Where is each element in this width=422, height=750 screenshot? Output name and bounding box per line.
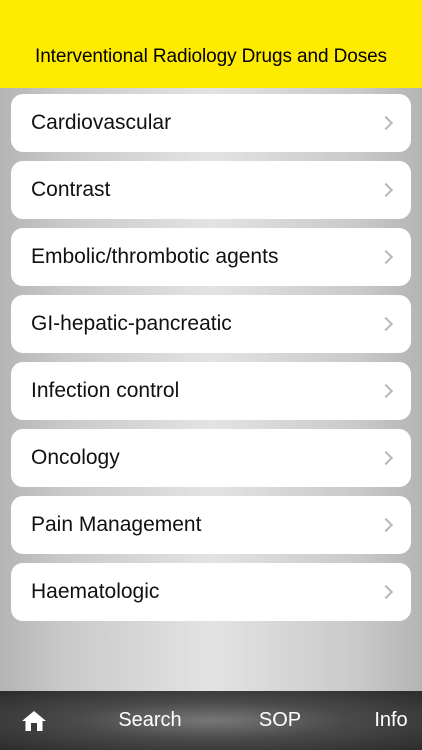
category-label: Infection control [31, 379, 180, 402]
chevron-right-icon [378, 517, 394, 533]
category-label: Oncology [31, 446, 120, 469]
chevron-right-icon [378, 383, 394, 399]
tab-sop[interactable]: SOP [240, 691, 320, 750]
category-label: Cardiovascular [31, 111, 172, 134]
tab-info[interactable]: Info [362, 691, 420, 750]
category-item-infection-control[interactable]: Infection control [11, 362, 411, 420]
page-title: Interventional Radiology Drugs and Doses [35, 46, 387, 67]
chevron-right-icon [378, 182, 394, 198]
chevron-right-icon [378, 450, 394, 466]
category-item-contrast[interactable]: Contrast [11, 161, 411, 219]
home-icon [22, 710, 46, 731]
category-item-pain-management[interactable]: Pain Management [11, 496, 411, 554]
category-label: GI-hepatic-pancreatic [31, 312, 232, 335]
category-list: Cardiovascular Contrast Embolic/thrombot… [0, 88, 422, 691]
category-item-gi-hepatic-pancreatic[interactable]: GI-hepatic-pancreatic [11, 295, 411, 353]
category-item-embolic-thrombotic[interactable]: Embolic/thrombotic agents [11, 228, 411, 286]
chevron-right-icon [378, 316, 394, 332]
category-label: Embolic/thrombotic agents [31, 245, 279, 268]
chevron-right-icon [378, 584, 394, 600]
category-item-haematologic[interactable]: Haematologic [11, 563, 411, 621]
chevron-right-icon [378, 115, 394, 131]
tab-bar: Search SOP Info [0, 691, 422, 750]
category-label: Haematologic [31, 580, 160, 603]
chevron-right-icon [378, 249, 394, 265]
tab-search[interactable]: Search [100, 691, 200, 750]
header-bar: Interventional Radiology Drugs and Doses [0, 0, 422, 88]
category-item-cardiovascular[interactable]: Cardiovascular [11, 94, 411, 152]
category-item-oncology[interactable]: Oncology [11, 429, 411, 487]
category-label: Pain Management [31, 513, 202, 536]
category-label: Contrast [31, 178, 111, 201]
tab-home[interactable] [12, 691, 56, 750]
